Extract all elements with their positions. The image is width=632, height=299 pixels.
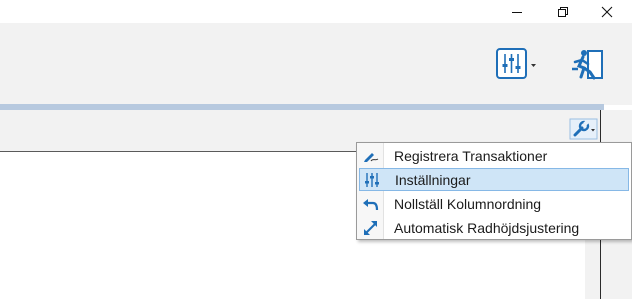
maximize-button[interactable] [540,0,586,23]
grid-options-button[interactable] [569,117,599,141]
menu-item-nollstall-kolumnordning[interactable]: Nollställ Kolumnordning [359,192,629,215]
menu-item-label: Inställningar [395,171,471,188]
exit-button[interactable] [568,45,608,85]
resize-arrows-icon [359,217,383,238]
exit-icon [572,50,603,80]
close-button[interactable] [584,0,630,23]
grid-options-menu: Registrera Transaktioner Inställningar N… [356,142,632,240]
settings-dropdown-button[interactable] [492,47,540,81]
menu-item-registrera-transaktioner[interactable]: Registrera Transaktioner [359,144,629,167]
sliders-icon [496,48,536,79]
pencil-icon [359,145,383,166]
menu-item-installningar[interactable]: Inställningar [359,168,629,191]
title-bar [0,0,632,23]
close-icon [601,6,613,17]
toolbar [0,23,632,105]
wrench-icon [569,118,598,140]
menu-item-label: Nollställ Kolumnordning [394,195,542,212]
minimize-button[interactable] [494,0,540,23]
menu-item-automatisk-radhojdsjustering[interactable]: Automatisk Radhöjdsjustering [359,216,629,239]
minimize-icon [512,11,522,13]
app-window: Registrera Transaktioner Inställningar N… [0,0,632,299]
menu-item-label: Automatisk Radhöjdsjustering [394,219,580,236]
undo-arrow-icon [359,193,383,214]
sliders-icon [360,169,384,190]
restore-icon [558,6,568,17]
menu-item-label: Registrera Transaktioner [394,147,548,164]
